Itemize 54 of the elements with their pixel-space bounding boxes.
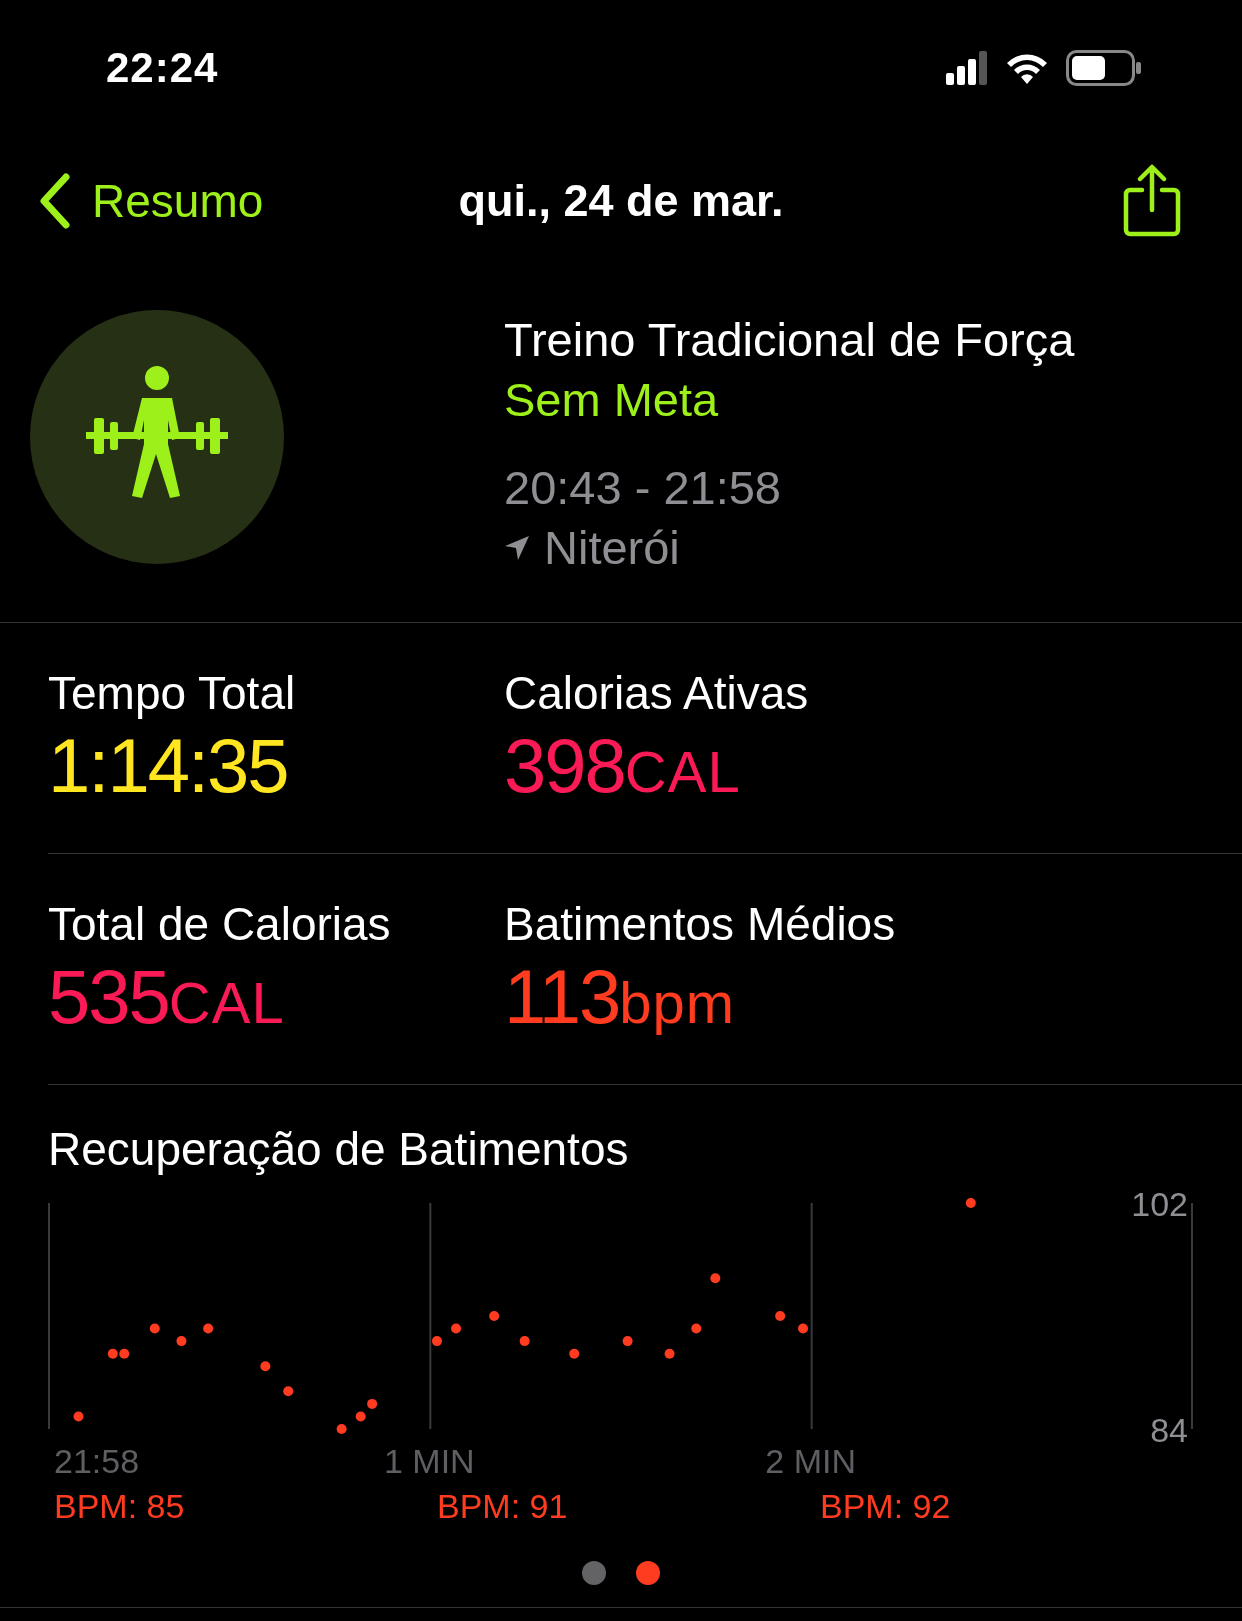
signal-icon bbox=[946, 51, 988, 85]
data-point bbox=[775, 1311, 786, 1321]
axis-tick-label: 84 bbox=[1150, 1411, 1188, 1449]
status-time: 22:24 bbox=[106, 44, 219, 92]
data-point bbox=[260, 1361, 271, 1372]
stat-label: Calorias Ativas bbox=[504, 666, 810, 721]
data-point bbox=[336, 1424, 347, 1434]
data-point bbox=[176, 1336, 187, 1347]
workout-goal: Sem Meta bbox=[504, 372, 720, 428]
axis-tick-label: 102 bbox=[1131, 1191, 1188, 1223]
stat-label: Tempo Total bbox=[48, 666, 297, 721]
data-point bbox=[710, 1273, 721, 1284]
workout-time-range: 20:43 - 21:58 bbox=[504, 460, 782, 516]
battery-icon bbox=[1066, 50, 1142, 86]
data-point bbox=[519, 1336, 530, 1347]
workout-name: Treino Tradicional de Força bbox=[504, 312, 1075, 368]
chart-title: Recuperação de Batimentos bbox=[48, 1122, 630, 1177]
bpm-reading: BPM: 91 bbox=[437, 1486, 569, 1527]
data-point bbox=[107, 1348, 118, 1359]
bpm-reading: BPM: 92 bbox=[820, 1486, 952, 1527]
back-chevron-icon bbox=[38, 173, 70, 229]
stat-value: 398CAL bbox=[504, 722, 742, 810]
data-point bbox=[451, 1323, 462, 1334]
data-point bbox=[489, 1311, 500, 1321]
date-title: qui., 24 de mar. bbox=[458, 175, 784, 227]
data-point bbox=[73, 1411, 84, 1422]
bpm-reading: BPM: 85 bbox=[54, 1486, 186, 1527]
data-point bbox=[283, 1386, 294, 1397]
location-arrow-icon bbox=[504, 535, 530, 561]
stat-value: 1:14:35 bbox=[48, 722, 289, 810]
stat-value: 113bpm bbox=[504, 953, 736, 1041]
data-point bbox=[691, 1323, 702, 1334]
data-point bbox=[965, 1198, 976, 1208]
back-button[interactable]: Resumo bbox=[38, 173, 264, 229]
data-point bbox=[431, 1336, 442, 1347]
data-point bbox=[203, 1323, 214, 1334]
share-button[interactable] bbox=[1122, 164, 1182, 238]
stat-label: Total de Calorias bbox=[48, 897, 392, 952]
data-point bbox=[149, 1323, 160, 1334]
workout-location: Niterói bbox=[544, 520, 680, 576]
data-point bbox=[664, 1348, 675, 1359]
page-dot[interactable] bbox=[582, 1561, 606, 1585]
page-dot[interactable] bbox=[636, 1561, 660, 1585]
data-point bbox=[622, 1336, 633, 1347]
start-time-label: 21:58 bbox=[54, 1442, 140, 1480]
data-point bbox=[355, 1411, 366, 1422]
data-point bbox=[798, 1323, 809, 1334]
data-point bbox=[119, 1348, 130, 1359]
axis-tick-label: 2 MIN bbox=[765, 1442, 856, 1480]
axis-tick-label: 1 MIN bbox=[384, 1442, 475, 1480]
stat-value: 535CAL bbox=[48, 953, 286, 1041]
stat-label: Batimentos Médios bbox=[504, 897, 897, 952]
data-point bbox=[569, 1348, 580, 1359]
data-point bbox=[367, 1398, 378, 1409]
